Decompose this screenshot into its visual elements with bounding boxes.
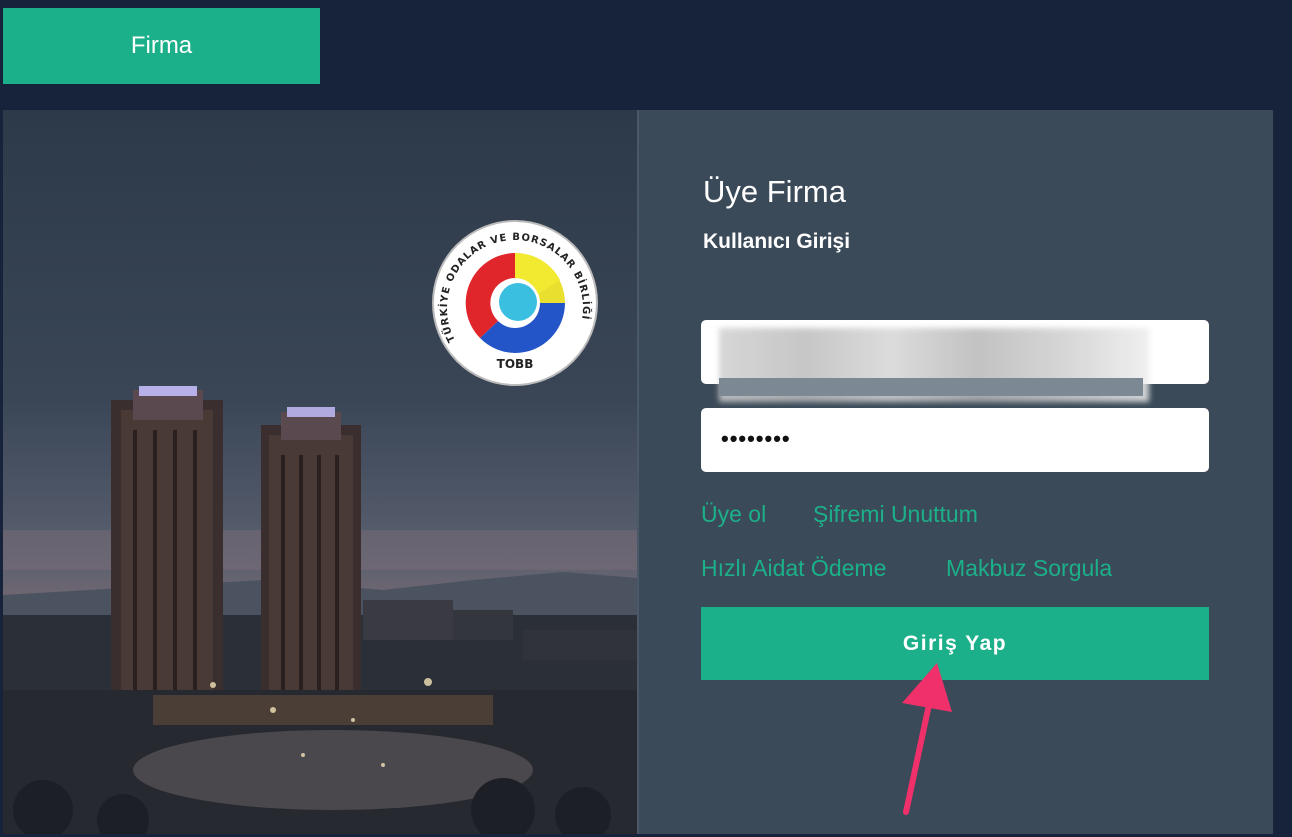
tab-firma[interactable]: Firma: [3, 8, 320, 84]
autocomplete-strip: [719, 378, 1143, 396]
tobb-logo: TOBB TÜRKİYE ODALAR VE BORSALAR BİRLİĞİ: [430, 218, 600, 388]
page-title: Üye Firma: [703, 174, 846, 209]
login-panel: Üye Firma Kullanıcı Girişi •••••••• Üye …: [639, 110, 1273, 834]
login-subtitle: Kullanıcı Girişi: [703, 230, 851, 253]
main-panel: TOBB TÜRKİYE ODALAR VE BORSALAR BİRLİĞİ …: [3, 110, 1273, 834]
forgot-password-link[interactable]: Şifremi Unuttum: [813, 501, 978, 528]
register-link[interactable]: Üye ol: [701, 501, 766, 528]
password-dots: ••••••••: [721, 426, 791, 451]
top-bar: Firma: [0, 0, 1292, 110]
login-button[interactable]: Giriş Yap: [701, 607, 1209, 680]
logo-bottom-text: TOBB: [497, 357, 534, 371]
hero-image: TOBB TÜRKİYE ODALAR VE BORSALAR BİRLİĞİ: [3, 110, 637, 834]
receipt-query-link[interactable]: Makbuz Sorgula: [946, 555, 1112, 582]
quick-payment-link[interactable]: Hızlı Aidat Ödeme: [701, 555, 886, 582]
